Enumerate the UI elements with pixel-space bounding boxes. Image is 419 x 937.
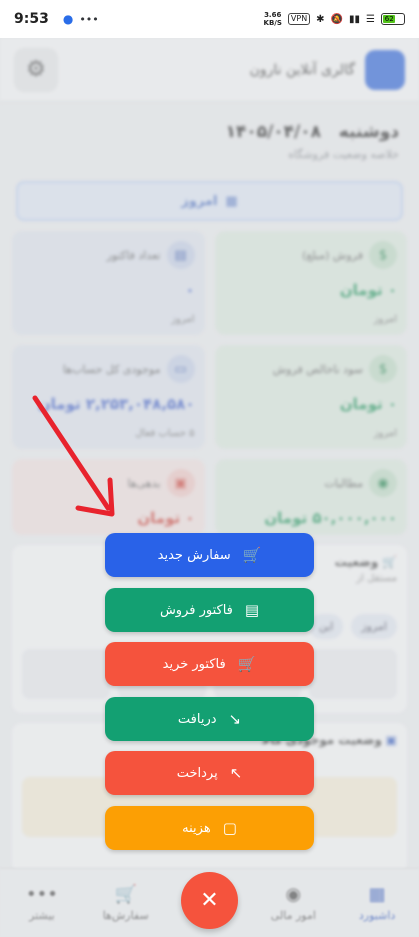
receive-button[interactable]: ↘ دریافت [105, 697, 314, 741]
payment-button[interactable]: ↖ پرداخت [105, 751, 314, 795]
button-label: دریافت [177, 711, 217, 727]
close-fab-button[interactable]: ✕ [181, 872, 238, 929]
close-icon: ✕ [200, 888, 219, 913]
cart-icon: 🛒 [242, 546, 262, 564]
mute-icon: 🔕 [330, 13, 344, 25]
button-label: سفارش جدید [157, 547, 231, 563]
status-bar: 9:53 ● ••• 3.66 KB/S VPN ✱ 🔕 ▮▮ ☰ 62 [0, 0, 419, 38]
arrow-down-right-icon: ↘ [228, 710, 242, 728]
button-label: فاکتور خرید [162, 656, 226, 672]
button-label: پرداخت [176, 765, 218, 781]
chat-notification-icon: ● [62, 12, 74, 26]
signal-icon: ▮▮ [349, 13, 361, 25]
vpn-badge: VPN [287, 13, 311, 25]
net-speed: 3.66 KB/S [263, 11, 282, 27]
sales-invoice-button[interactable]: ▤ فاکتور فروش [105, 588, 314, 632]
button-label: فاکتور فروش [159, 602, 233, 618]
bluetooth-icon: ✱ [316, 13, 325, 25]
register-icon: ▤ [244, 601, 260, 619]
more-notifications-icon: ••• [79, 12, 99, 26]
battery-icon: 62 [381, 13, 405, 25]
button-label: هزینه [182, 820, 211, 836]
new-order-button[interactable]: 🛒 سفارش جدید [105, 533, 314, 577]
cart-icon: 🛒 [237, 655, 257, 673]
purchase-invoice-button[interactable]: 🛒 فاکتور خرید [105, 642, 314, 686]
arrow-up-left-icon: ↖ [229, 764, 243, 782]
invoice-dollar-icon: ▢ [222, 819, 237, 837]
status-time: 9:53 [14, 11, 49, 27]
expense-button[interactable]: ▢ هزینه [105, 806, 314, 850]
overlay-dim[interactable] [0, 38, 419, 937]
wifi-icon: ☰ [366, 13, 375, 25]
